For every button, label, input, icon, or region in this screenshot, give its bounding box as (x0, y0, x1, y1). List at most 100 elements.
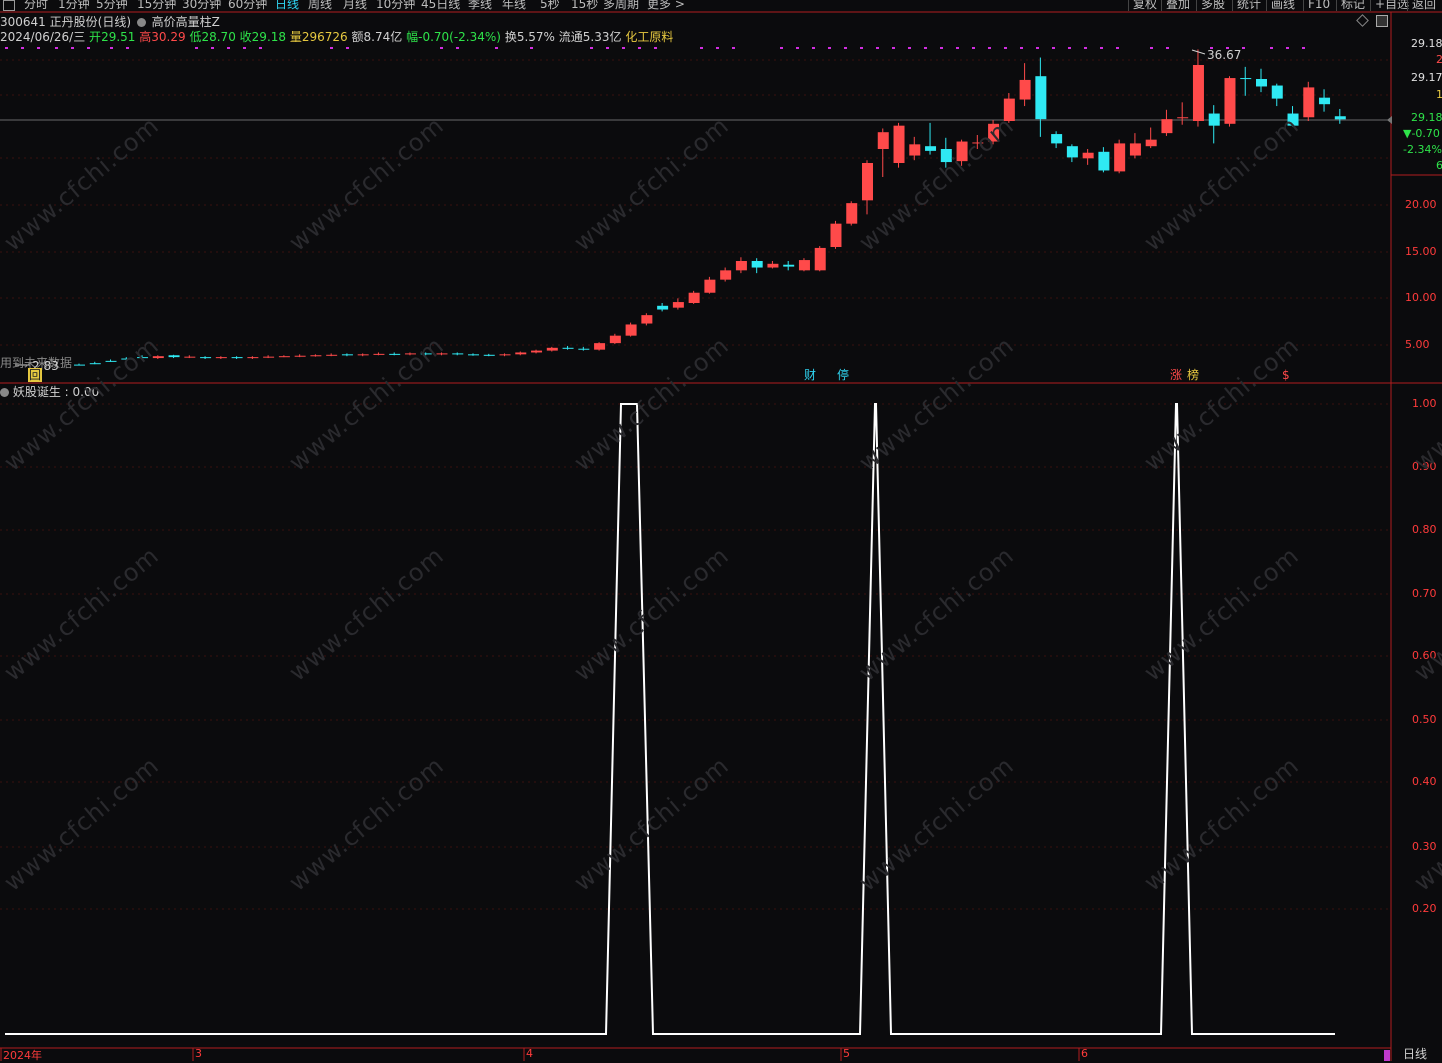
signal-dot-48 (1116, 47, 1119, 49)
candle-body-41 (720, 270, 732, 280)
price-pointer-icon (1387, 116, 1392, 124)
signal-dot-8 (195, 47, 198, 49)
candle-body-66 (1114, 143, 1126, 172)
candle-body-46 (798, 260, 810, 271)
candle-body-24 (452, 353, 464, 355)
candle-body-78 (1303, 87, 1315, 118)
signal-dot-44 (1052, 47, 1055, 49)
signal-marker-0[interactable]: 财 (803, 368, 817, 382)
candle-body-11 (247, 357, 259, 359)
signal-dot-26 (732, 47, 735, 49)
signal-marker-3[interactable]: 榜 (1186, 368, 1200, 382)
candle-body-70 (1177, 117, 1189, 119)
x-axis-label-4: 6 (1081, 1047, 1088, 1060)
signal-dot-1 (21, 47, 24, 49)
signal-dot-24 (700, 47, 703, 49)
signal-dot-0 (5, 47, 8, 49)
candle-body-64 (1082, 152, 1094, 159)
indicator-axis-label-0: 1.00 (1412, 397, 1437, 410)
candle-body-30 (546, 347, 558, 351)
signal-dot-34 (892, 47, 895, 49)
signal-dot-39 (972, 47, 975, 49)
signal-dot-27 (780, 47, 783, 49)
scroll-handle[interactable] (1384, 1050, 1390, 1061)
signal-dot-50 (1166, 47, 1169, 49)
indicator-axis-label-5: 0.50 (1412, 713, 1437, 726)
candle-body-16 (326, 354, 338, 356)
signal-dot-19 (590, 47, 593, 49)
candle-body-25 (468, 354, 479, 356)
price-label-1: 15.00 (1405, 245, 1437, 258)
signal-dot-28 (796, 47, 799, 49)
indicator-line (5, 403, 1335, 1035)
candle-body-63 (1066, 146, 1078, 158)
candle-body-6 (168, 355, 180, 358)
signal-dot-15 (440, 47, 443, 49)
indicator-axis-label-7: 0.30 (1412, 840, 1437, 853)
candle-body-71 (1192, 65, 1204, 121)
indicator-series-line (5, 403, 1335, 1035)
signal-dots (5, 47, 1305, 49)
candle-body-75 (1256, 79, 1267, 87)
indicator-settings-icon[interactable] (0, 388, 9, 397)
signal-dot-55 (1286, 47, 1289, 49)
candle-body-43 (751, 261, 763, 268)
candle-body-67 (1129, 143, 1141, 156)
x-axis-label-2: 4 (526, 1047, 533, 1060)
signal-dot-22 (638, 47, 641, 49)
candle-body-17 (341, 354, 353, 356)
candle-body-7 (184, 356, 196, 358)
candle-body-49 (846, 203, 858, 224)
candle-body-76 (1271, 85, 1283, 99)
footer-period[interactable]: 日线 (1403, 1047, 1427, 1061)
signal-dot-6 (110, 47, 113, 49)
candle-body-61 (1035, 76, 1047, 120)
signal-marker-2[interactable]: 涨 (1169, 368, 1183, 382)
candle-body-40 (704, 279, 716, 293)
signal-dot-14 (346, 47, 349, 49)
axis-mark-3: 6 (1436, 159, 1442, 172)
signal-dot-47 (1100, 47, 1103, 49)
candle-body-60 (1019, 79, 1031, 100)
signal-dot-30 (828, 47, 831, 49)
indicator-axis-label-6: 0.40 (1412, 775, 1437, 788)
return-badge[interactable]: 回 (28, 368, 43, 382)
candle-body-15 (310, 355, 322, 357)
candle-body-18 (357, 354, 369, 356)
candle-body-34 (609, 335, 621, 344)
candle-body-27 (499, 354, 511, 356)
candle-body-80 (1334, 116, 1346, 120)
candle-body-45 (783, 264, 795, 267)
candle-body-54 (925, 146, 937, 151)
candle-body-10 (231, 357, 243, 359)
signal-dot-43 (1036, 47, 1039, 49)
signal-dot-38 (956, 47, 959, 49)
candle-body-44 (767, 263, 779, 268)
candle-body-52 (893, 125, 905, 163)
signal-dot-29 (812, 47, 815, 49)
signal-dot-2 (37, 47, 40, 49)
signal-dot-9 (211, 47, 214, 49)
signal-dot-36 (924, 47, 927, 49)
signal-dot-40 (988, 47, 991, 49)
candle-body-65 (1098, 151, 1110, 171)
candle-body-51 (877, 132, 889, 149)
candlesticks (74, 49, 1346, 366)
candle-body-32 (578, 348, 590, 350)
candle-body-72 (1208, 113, 1220, 126)
candle-body-0 (74, 364, 85, 366)
signal-dot-21 (622, 47, 625, 49)
indicator-title: 妖股诞生 (12, 385, 61, 399)
candle-body-42 (735, 261, 747, 271)
signal-dot-16 (456, 47, 459, 49)
signal-dot-54 (1270, 47, 1273, 49)
signal-dot-35 (908, 47, 911, 49)
signal-marker-1[interactable]: 停 (836, 368, 850, 382)
axis-mark-2: 1 (1436, 88, 1442, 101)
high-marker-arrow (1191, 49, 1206, 55)
signal-dot-37 (940, 47, 943, 49)
signal-dot-32 (860, 47, 863, 49)
candle-body-73 (1224, 78, 1236, 124)
candle-body-31 (562, 347, 574, 349)
signal-dot-53 (1242, 47, 1245, 49)
